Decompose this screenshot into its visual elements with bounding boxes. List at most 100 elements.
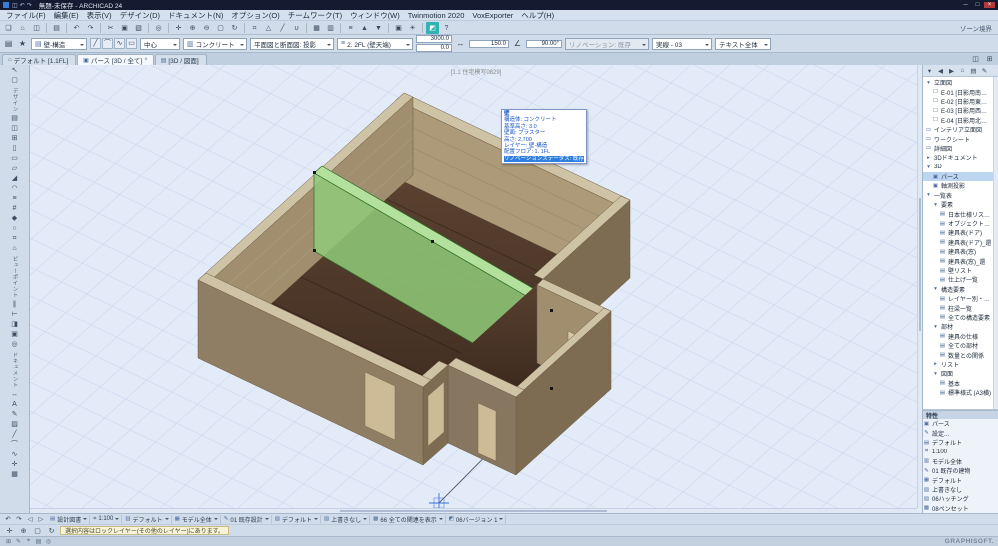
toolbar-icon[interactable] bbox=[66, 23, 67, 33]
wall-base-field[interactable]: 0.0 bbox=[416, 44, 452, 52]
tree-item[interactable]: ▤ 建具表(ドア)_還 bbox=[923, 238, 998, 247]
settings-icon[interactable]: ✎ bbox=[980, 67, 989, 75]
tree-item[interactable]: ▣ 軸測投影 bbox=[923, 181, 998, 190]
layers-icon[interactable]: ≡ bbox=[344, 22, 357, 34]
figure-tool-icon[interactable]: ▦ bbox=[2, 470, 28, 480]
zone-tool-icon[interactable]: ○ bbox=[2, 224, 28, 234]
scrollbar-thumb[interactable] bbox=[340, 510, 606, 512]
layers-mini-icon[interactable]: ▤ bbox=[34, 538, 43, 545]
pan-icon[interactable]: ✛ bbox=[172, 22, 185, 34]
tree-item[interactable]: ▭ インテリア立面図 bbox=[923, 125, 998, 134]
edit-mode-icon[interactable]: ✎ bbox=[14, 538, 23, 545]
toolbar-icon[interactable] bbox=[340, 23, 341, 33]
marquee-tool-icon[interactable]: ▢ bbox=[2, 76, 28, 86]
property-row[interactable]: ▩ 08ペンセット bbox=[923, 504, 998, 513]
quick-option[interactable]: ⌗ 1:100 bbox=[91, 515, 122, 524]
object-tool-icon[interactable]: ⌂ bbox=[2, 244, 28, 254]
vertical-scrollbar[interactable] bbox=[917, 65, 922, 508]
camera-icon[interactable]: ▣ bbox=[392, 22, 405, 34]
door-tool-icon[interactable]: ◫ bbox=[2, 124, 28, 134]
thickness-field[interactable]: 150.0 bbox=[469, 40, 509, 48]
prev-view-icon[interactable]: ◁ bbox=[25, 515, 35, 523]
group-icon[interactable]: ▦ bbox=[310, 22, 323, 34]
redo-quick-icon[interactable]: ↷ bbox=[27, 2, 32, 9]
home-icon[interactable]: ⌂ bbox=[958, 67, 967, 74]
tree-item[interactable]: ▾ 要素 bbox=[923, 200, 998, 209]
magnet-icon[interactable]: ∪ bbox=[290, 22, 303, 34]
curved-wall-icon[interactable]: ⌒ bbox=[102, 38, 113, 49]
redo-icon[interactable]: ↷ bbox=[84, 22, 97, 34]
railing-tool-icon[interactable]: # bbox=[2, 204, 28, 214]
favorites-star-icon[interactable]: ★ bbox=[17, 39, 28, 48]
ungroup-icon[interactable]: ▥ bbox=[324, 22, 337, 34]
copy-icon[interactable]: ▣ bbox=[118, 22, 131, 34]
zoom-mini-icon[interactable]: ⊕ bbox=[17, 525, 30, 537]
menu-item[interactable]: ドキュメント(N) bbox=[164, 10, 227, 21]
search-icon[interactable]: ◎ bbox=[152, 22, 165, 34]
straight-wall-icon[interactable]: ╱ bbox=[90, 38, 101, 49]
new-tab-icon[interactable]: ⊞ bbox=[983, 53, 996, 65]
detail-tool-icon[interactable]: ◎ bbox=[2, 340, 28, 350]
layer-dropdown[interactable]: ▤ 壁-構造 bbox=[31, 38, 87, 50]
arc-tool-icon[interactable]: ⌒ bbox=[2, 440, 28, 450]
new-file-icon[interactable]: ❏ bbox=[2, 22, 15, 34]
toolbar-icon[interactable] bbox=[388, 23, 389, 33]
quick-option[interactable]: ▧ デフォルト bbox=[273, 515, 321, 524]
maximize-button[interactable]: □ bbox=[972, 2, 983, 8]
property-row[interactable]: ▦ デフォルト bbox=[923, 475, 998, 484]
structure-dropdown[interactable]: ▥ コンクリート bbox=[183, 38, 247, 50]
tree-item[interactable]: ▤ 建具表(ドア) bbox=[923, 228, 998, 237]
line-tool-icon[interactable]: ╱ bbox=[2, 430, 28, 440]
property-row[interactable]: ▥ モデル全体 bbox=[923, 457, 998, 466]
tree-item[interactable]: ▤ 日本仕様リスト類 bbox=[923, 209, 998, 218]
open-file-icon[interactable]: ⌂ bbox=[16, 22, 29, 34]
slab-tool-icon[interactable]: ▱ bbox=[2, 164, 28, 174]
tree-item[interactable]: ☐ E-04 [日影用北側立面] bbox=[923, 116, 998, 125]
print-icon[interactable]: ▤ bbox=[50, 22, 63, 34]
3d-viewport[interactable]: [1.1 住宅模写0829] 壁構造体: コンクリート基準高さ: 3.0壁面: … bbox=[30, 65, 922, 513]
tree-item[interactable]: ▤ 数量との関係 bbox=[923, 350, 998, 359]
teamwork-icon[interactable]: ◩ bbox=[426, 22, 439, 34]
detail-mini-icon[interactable]: ◎ bbox=[44, 538, 53, 545]
toolbar-icon[interactable] bbox=[148, 23, 149, 33]
menu-item[interactable]: VoxExporter bbox=[468, 11, 517, 20]
quick-option[interactable]: ▨ 上書きなし bbox=[322, 515, 370, 524]
menu-item[interactable]: ファイル(F) bbox=[2, 10, 50, 21]
elevation-tool-icon[interactable]: ⊢ bbox=[2, 310, 28, 320]
linetype-dropdown[interactable]: 実線 - 03 bbox=[652, 38, 712, 50]
tree-item[interactable]: ▤ 基本 bbox=[923, 379, 998, 388]
tree-item[interactable]: ☐ E-03 [日影用西側立面] bbox=[923, 106, 998, 115]
nav-back-icon[interactable]: ◀ bbox=[936, 67, 945, 75]
column-tool-icon[interactable]: ▯ bbox=[2, 144, 28, 154]
text-tool-icon[interactable]: A bbox=[2, 400, 28, 410]
menu-item[interactable]: ヘルプ(H) bbox=[517, 10, 558, 21]
tree-item[interactable]: ▤ 建具の仕様 bbox=[923, 332, 998, 341]
tree-item[interactable]: ☐ E-02 [日影用東側立面] bbox=[923, 97, 998, 106]
scrollbar-thumb[interactable] bbox=[919, 198, 921, 331]
view-tab[interactable]: ▤ [3D / 図面] bbox=[155, 54, 207, 65]
origin-icon[interactable]: ⌖ bbox=[24, 538, 33, 545]
tree-item[interactable]: ▸ 3Dドキュメント bbox=[923, 153, 998, 162]
grid-toggle-icon[interactable]: ⊞ bbox=[4, 538, 13, 545]
tree-item[interactable]: ▾ 3D bbox=[923, 163, 998, 172]
guide-lines-icon[interactable]: ╱ bbox=[276, 22, 289, 34]
property-row[interactable]: ⌗ 1:100 bbox=[923, 447, 998, 456]
menu-item[interactable]: 表示(V) bbox=[83, 10, 116, 21]
sun-study-icon[interactable]: ☀ bbox=[406, 22, 419, 34]
top-link-dropdown[interactable]: ≡ 2. 2FL (壁天端) bbox=[337, 38, 413, 50]
fit-mini-icon[interactable]: ▢ bbox=[31, 525, 44, 537]
toolbar-icon[interactable] bbox=[46, 23, 47, 33]
morph-tool-icon[interactable]: ◆ bbox=[2, 214, 28, 224]
interior-elevation-tool-icon[interactable]: ◨ bbox=[2, 320, 28, 330]
minimize-button[interactable]: ─ bbox=[960, 2, 971, 8]
section-tool-icon[interactable]: ∥ bbox=[2, 300, 28, 310]
arrow-tool-icon[interactable]: ↖ bbox=[2, 66, 28, 76]
rect-wall-icon[interactable]: ▭ bbox=[126, 38, 137, 49]
camera-tool-icon[interactable]: ▣ bbox=[2, 330, 28, 340]
property-row[interactable]: ▤ デフォルト bbox=[923, 438, 998, 447]
tree-item[interactable]: ▤ 全ての構造要素 bbox=[923, 313, 998, 322]
grid-snap-icon[interactable]: ⌗ bbox=[248, 22, 261, 34]
orbit-icon[interactable]: ↻ bbox=[228, 22, 241, 34]
fit-view-icon[interactable]: ▢ bbox=[214, 22, 227, 34]
wall-tool-current-icon[interactable]: ▤ bbox=[3, 39, 14, 48]
